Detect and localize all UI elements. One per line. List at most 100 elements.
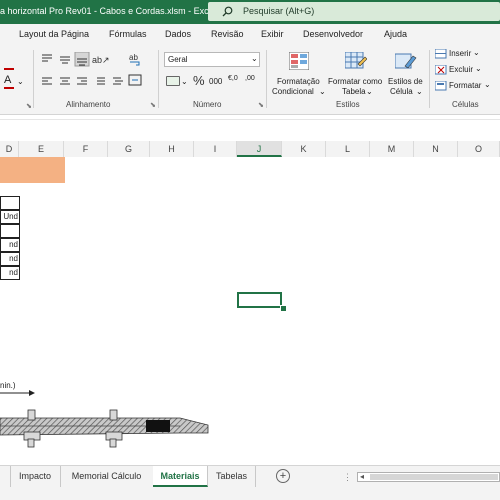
format-button[interactable]: Formatar ⌄ xyxy=(435,80,500,93)
fill-handle[interactable] xyxy=(280,305,287,312)
column-header-n[interactable]: N xyxy=(414,141,458,157)
formula-strip xyxy=(0,115,500,142)
number-format-value: Geral xyxy=(168,55,188,64)
delete-cells-icon xyxy=(435,65,447,75)
chevron-down-icon: ⌄ xyxy=(475,64,482,73)
font-color-dropdown-icon[interactable]: ⌄ xyxy=(17,77,24,86)
tab-exibir[interactable]: Exibir xyxy=(261,29,284,39)
table-cell-und[interactable]: nd xyxy=(0,252,20,266)
separator xyxy=(33,50,34,108)
cond-format-line2: Condicional xyxy=(272,87,314,96)
alignment-buttons-icon[interactable]: ab↗ xyxy=(40,52,140,94)
format-table-line2: Tabela xyxy=(342,87,366,96)
alignment-group-label: Alinhamento xyxy=(66,100,111,109)
number-group-label: Número xyxy=(193,100,222,109)
column-header-k[interactable]: K xyxy=(282,141,326,157)
table-cell-und-header[interactable]: Und xyxy=(0,210,20,224)
tab-formulas[interactable]: Fórmulas xyxy=(109,29,147,39)
scroll-left-icon[interactable]: ◂ xyxy=(360,472,364,481)
decrease-decimal-button[interactable]: ,00 xyxy=(245,75,255,82)
column-header-l[interactable]: L xyxy=(326,141,370,157)
chevron-down-icon: ⌄ xyxy=(319,87,326,96)
chevron-down-icon: ⌄ xyxy=(484,80,491,89)
insert-label: Inserir xyxy=(449,49,472,58)
delete-label: Excluir xyxy=(449,65,474,74)
svg-text:ab↗: ab↗ xyxy=(92,55,110,65)
font-color-fragment-icon[interactable] xyxy=(4,54,14,70)
search-icon xyxy=(222,6,233,17)
separator xyxy=(266,50,267,108)
add-sheet-button[interactable]: + xyxy=(276,469,290,483)
font-color-a-icon[interactable]: A xyxy=(4,74,11,86)
table-cell-empty[interactable] xyxy=(0,224,20,238)
number-launcher-icon[interactable]: ⬊ xyxy=(258,101,264,109)
cable-clamp-drawing-icon xyxy=(0,409,209,448)
cells-group-label: Células xyxy=(452,100,479,109)
conditional-formatting-icon xyxy=(289,52,309,70)
insert-button[interactable]: Inserir ⌄ xyxy=(435,48,500,61)
chevron-down-icon: ⌄ xyxy=(473,48,480,57)
table-cell-und[interactable]: nd xyxy=(0,266,20,280)
separator xyxy=(158,50,159,108)
delete-button[interactable]: Excluir ⌄ xyxy=(435,64,500,77)
column-header-e[interactable]: E xyxy=(19,141,64,157)
search-input[interactable]: Pesquisar (Alt+G) xyxy=(208,2,500,21)
column-header-o[interactable]: O xyxy=(458,141,500,157)
scrollbar-thumb[interactable] xyxy=(370,474,498,480)
alignment-launcher-icon[interactable]: ⬊ xyxy=(150,101,156,109)
active-cell-selection[interactable] xyxy=(237,292,282,308)
cell-styles-button[interactable]: Estilos de Célula ⌄ xyxy=(386,48,426,96)
tab-desenvolvedor[interactable]: Desenvolvedor xyxy=(303,29,363,39)
number-format-select[interactable]: Geral ⌄ xyxy=(164,52,260,67)
conditional-formatting-button[interactable]: Formatação Condicional ⌄ xyxy=(272,48,326,96)
divider xyxy=(0,119,500,120)
status-bar xyxy=(0,487,500,500)
column-header-h[interactable]: H xyxy=(150,141,194,157)
column-header-f[interactable]: F xyxy=(64,141,108,157)
tab-layout[interactable]: Layout da Página xyxy=(19,29,89,39)
sheet-tab-impacto[interactable]: Impacto xyxy=(10,466,61,487)
thousands-button[interactable]: 000 xyxy=(209,77,222,86)
chevron-down-icon: ⌄ xyxy=(416,87,423,96)
tab-ajuda[interactable]: Ajuda xyxy=(384,29,407,39)
font-launcher-icon[interactable]: ⬊ xyxy=(26,102,32,110)
tab-scroll-dots-icon[interactable]: ⋮ xyxy=(343,472,352,483)
format-table-line1: Formatar como xyxy=(328,77,383,86)
tab-revisao[interactable]: Revisão xyxy=(211,29,244,39)
currency-icon[interactable] xyxy=(166,76,180,86)
column-header-j[interactable]: J xyxy=(237,141,282,157)
column-header-g[interactable]: G xyxy=(108,141,150,157)
cell-styles-line2: Célula xyxy=(390,87,413,96)
wrap-merge-icon[interactable]: ab xyxy=(128,50,144,90)
window-title: a horizontal Pro Rev01 - Cabos e Cordas.… xyxy=(0,6,216,16)
insert-cells-icon xyxy=(435,49,447,59)
sheet-tabs-bar: Impacto Memorial Cálculo Materiais Tabel… xyxy=(0,465,500,488)
table-cell-und[interactable]: nd xyxy=(0,238,20,252)
percent-button[interactable]: % xyxy=(193,73,205,88)
tab-dados[interactable]: Dados xyxy=(165,29,191,39)
cell-styles-icon xyxy=(395,53,417,69)
chevron-down-icon[interactable]: ⌄ xyxy=(181,77,188,86)
format-as-table-button[interactable]: Formatar como Tabela ⌄ xyxy=(326,48,386,96)
sheet-tab-tabelas[interactable]: Tabelas xyxy=(208,466,256,487)
column-headers: D E F G H I J K L M N O xyxy=(0,141,500,158)
horizontal-scrollbar[interactable]: ◂ xyxy=(357,472,500,482)
cell-styles-line1: Estilos de xyxy=(388,77,423,86)
search-placeholder: Pesquisar (Alt+G) xyxy=(243,6,315,16)
format-cells-icon xyxy=(435,81,447,91)
column-header-d[interactable]: D xyxy=(0,141,19,157)
svg-text:ab: ab xyxy=(129,53,138,62)
column-header-m[interactable]: M xyxy=(370,141,414,157)
dimension-arrow-icon xyxy=(0,390,35,396)
ribbon: A ⌄ ⬊ ab↗ ab Alinhamento ⬊ Geral ⌄ ⌄ % 0… xyxy=(0,44,500,115)
highlighted-cell-range[interactable] xyxy=(0,157,65,183)
column-header-i[interactable]: I xyxy=(194,141,237,157)
format-as-table-icon xyxy=(345,52,367,69)
sheet-tab-memorial-calculo[interactable]: Memorial Cálculo xyxy=(60,466,154,487)
styles-group-label: Estilos xyxy=(336,100,360,109)
increase-decimal-button[interactable]: €,0 xyxy=(228,75,238,82)
sheet-tab-materiais[interactable]: Materiais xyxy=(153,466,208,487)
chevron-down-icon: ⌄ xyxy=(251,54,258,63)
table-cell-empty[interactable] xyxy=(0,196,20,210)
cond-format-line1: Formatação xyxy=(277,77,320,86)
